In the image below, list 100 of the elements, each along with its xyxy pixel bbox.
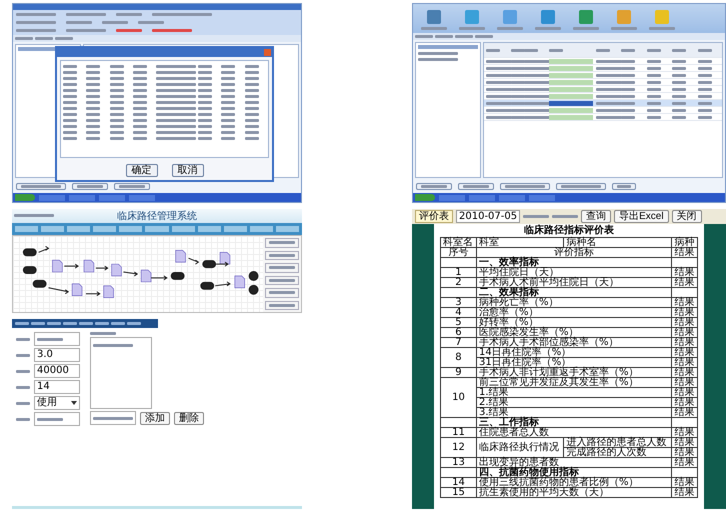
notes-textarea[interactable] [90,337,152,409]
illegible-text [138,21,164,24]
table-cell: 结果 [672,408,698,418]
illegible-text [672,108,686,112]
illegible-text [37,338,63,340]
form-button[interactable]: 删除 [174,412,204,424]
nav-tab[interactable] [250,226,273,232]
nav-tab[interactable] [15,226,38,232]
input-field[interactable]: 40000 [34,364,80,378]
taskbar-item[interactable] [39,194,65,200]
date-field[interactable]: 2010-07-05 [456,210,520,223]
illegible-text [672,116,686,118]
nav-tab[interactable] [224,226,247,232]
nav-tab[interactable] [276,226,300,232]
input-field[interactable]: 3.0 [34,348,80,362]
illegible-text [463,185,489,188]
table-cell: 三、工作指标 [476,418,672,428]
illegible-text [37,418,63,420]
illegible-text [221,106,236,110]
table-row[interactable] [484,72,722,79]
table-row[interactable] [484,79,722,86]
taskbar-item[interactable] [439,194,465,200]
illegible-text [698,116,712,118]
illegible-text [63,106,77,110]
table-cell: 31日再住院率（%） [476,358,672,368]
window-title: 临床路径管理系统 [117,210,197,223]
toolbar-icon[interactable] [465,10,479,24]
toolbar-icon[interactable] [617,10,631,24]
nav-tab[interactable] [119,226,142,232]
table-row[interactable] [484,100,722,107]
illegible-text [14,214,54,217]
table-cell: 结果 [672,248,698,258]
toolbar-icon[interactable] [541,10,555,24]
illegible-text [621,48,635,52]
side-button[interactable] [265,250,299,260]
illegible-text [119,185,145,188]
nav-tab[interactable] [67,226,90,232]
illegible-text [698,102,712,104]
illegible-text [418,58,458,61]
illegible-text [672,74,686,76]
table-cell: 四、抗菌药物使用指标 [476,468,672,478]
taskbar-item[interactable] [69,194,95,200]
toolbar-button[interactable]: 关闭 [672,210,702,223]
dialog-button[interactable]: 取消 [172,164,204,177]
nav-tab[interactable] [198,226,221,232]
status-dropdown[interactable]: 使用 [34,396,80,410]
input-field[interactable] [34,412,80,426]
illegible-text [31,322,45,325]
illegible-text [63,112,77,116]
start-button[interactable] [15,194,35,201]
side-button[interactable] [265,288,299,298]
toolbar-icon[interactable] [427,10,441,24]
table-row[interactable] [484,107,722,114]
start-button[interactable] [415,194,435,201]
toolbar-button[interactable]: 查询 [581,210,612,223]
side-button[interactable] [265,238,299,248]
illegible-text [244,118,259,122]
table-cell: 13 [440,458,476,468]
side-button[interactable] [265,276,299,285]
side-button[interactable] [265,263,299,272]
close-icon[interactable] [264,49,271,56]
taskbar-item[interactable] [529,194,555,200]
toolbar-icon[interactable] [503,10,517,24]
taskbar-item[interactable] [99,194,125,200]
input-field[interactable] [34,332,80,346]
dialog-button[interactable]: 确定 [126,164,158,177]
toolbar-icon[interactable] [655,10,669,24]
illegible-text [110,112,124,116]
illegible-text [86,82,100,86]
toolbar-icon[interactable] [579,10,593,24]
illegible-text [16,370,30,372]
table-row[interactable] [484,58,722,65]
table-row[interactable] [484,114,722,121]
illegible-text [244,70,259,74]
nav-tab[interactable] [145,226,169,232]
taskbar-item[interactable] [499,194,525,200]
illegible-text [156,88,196,92]
nav-tab[interactable] [41,226,64,232]
form-button[interactable]: 添加 [140,412,170,424]
illegible-text [86,106,100,110]
illegible-text [698,88,712,90]
illegible-text [132,112,147,116]
nav-tab[interactable] [93,226,116,232]
input-field[interactable]: 14 [34,380,80,394]
report-tab[interactable]: 评价表 [415,210,453,223]
illegible-text [156,94,196,98]
illegible-text [156,124,196,128]
toolbar-button[interactable]: 导出Excel [614,210,669,223]
taskbar-item[interactable] [129,194,155,200]
illegible-text [132,76,147,80]
table-row[interactable] [484,86,722,93]
table-cell: 14 [440,478,476,488]
illegible-text [646,108,660,112]
illegible-text [16,338,30,340]
side-button[interactable] [265,300,299,310]
illegible-text [63,70,77,74]
nav-tab[interactable] [172,226,195,232]
table-cell: 手术病人术前平均住院日（天） [476,278,672,288]
taskbar-item[interactable] [469,194,495,200]
table-row[interactable] [484,65,722,72]
